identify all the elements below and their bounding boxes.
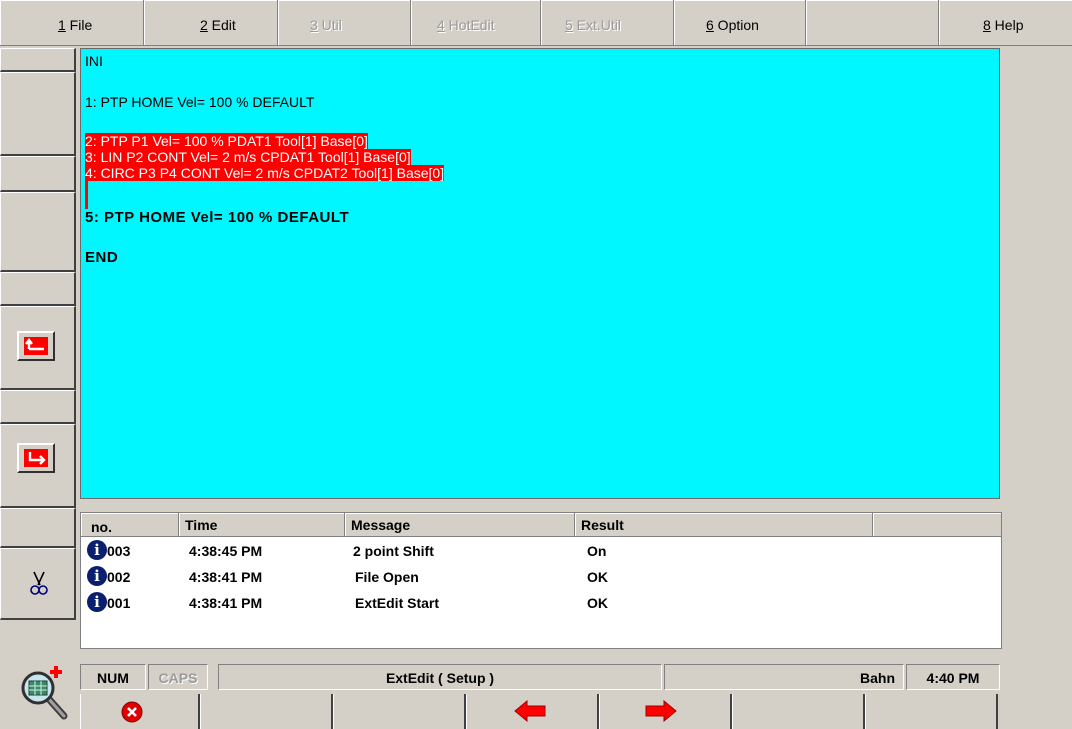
- info-icon: i: [87, 566, 107, 586]
- message-time: 4:38:41 PM: [189, 595, 263, 611]
- softkey-6[interactable]: [732, 694, 865, 729]
- col-no[interactable]: no.: [81, 513, 179, 536]
- col-message[interactable]: Message: [345, 513, 575, 536]
- softkey-back[interactable]: [466, 694, 599, 729]
- softkey-2[interactable]: [200, 694, 333, 729]
- message-time: 4:38:45 PM: [189, 543, 263, 559]
- message-row[interactable]: i 003 4:38:45 PM 2 point Shift On: [81, 539, 1001, 565]
- editor-line-2[interactable]: 2: PTP P1 Vel= 100 % PDAT1 Tool[1] Base[…: [85, 133, 368, 149]
- cut-icon: [30, 571, 48, 595]
- menu-help-label: Help: [990, 17, 1024, 33]
- line-up-button[interactable]: [17, 331, 55, 361]
- col-result[interactable]: Result: [575, 513, 873, 536]
- status-num: NUM: [80, 664, 146, 690]
- message-header: no. Time Message Result: [81, 513, 1001, 537]
- menu-hotedit[interactable]: 4 HotEdit: [411, 0, 541, 45]
- sidekey-4[interactable]: [0, 192, 76, 272]
- menu-help-key: 8: [983, 17, 991, 33]
- program-editor[interactable]: INI 1: PTP HOME Vel= 100 % DEFAULT 2: PT…: [80, 48, 1000, 499]
- sidekey-5[interactable]: [0, 272, 76, 306]
- menu-extutil[interactable]: 5 Ext.Util: [541, 0, 674, 45]
- message-text: ExtEdit Start: [355, 595, 440, 611]
- menu-hotedit-label: HotEdit: [444, 17, 495, 33]
- sidekey-9[interactable]: [0, 508, 76, 548]
- message-text: 2 point Shift: [353, 543, 434, 559]
- menu-extutil-key: 5: [565, 17, 573, 33]
- info-icon: i: [87, 540, 107, 560]
- sidekey-7[interactable]: [0, 390, 76, 424]
- text-cursor: [85, 181, 88, 209]
- softkey-forward[interactable]: [599, 694, 732, 729]
- menu-util-label: Util: [317, 17, 342, 33]
- sidekey-8[interactable]: [0, 424, 76, 508]
- menu-edit[interactable]: 2 Edit: [144, 0, 278, 45]
- menu-option-key: 6: [706, 17, 714, 33]
- status-bahn: Bahn: [664, 664, 904, 690]
- col-extra[interactable]: [873, 513, 1001, 536]
- editor-line-end[interactable]: END: [85, 250, 118, 266]
- editor-line-3[interactable]: 3: LIN P2 CONT Vel= 2 m/s CPDAT1 Tool[1]…: [85, 149, 411, 165]
- message-no: 003: [107, 543, 131, 559]
- status-mode: ExtEdit ( Setup ): [218, 664, 662, 690]
- message-window: no. Time Message Result i 003 4:38:45 PM…: [80, 512, 1002, 649]
- menu-util-key: 3: [310, 17, 318, 33]
- menu-extutil-label: Ext.Util: [572, 17, 622, 33]
- softkey-bar: [80, 694, 1002, 729]
- sidekey-3[interactable]: [0, 156, 76, 192]
- menu-edit-key: 2: [200, 17, 208, 33]
- message-row[interactable]: i 002 4:38:41 PM File Open OK: [81, 565, 1001, 591]
- status-bar: NUM CAPS ExtEdit ( Setup ) Bahn 4:40 PM: [80, 662, 1002, 692]
- col-time[interactable]: Time: [179, 513, 345, 536]
- menu-bar: 1 File 2 Edit 3 Util 4 HotEdit 5 Ext.Uti…: [0, 0, 1072, 46]
- arrow-left-icon: [514, 700, 546, 722]
- sidekey-1[interactable]: [0, 48, 76, 72]
- editor-line-ini[interactable]: INI: [85, 53, 103, 69]
- menu-util[interactable]: 3 Util: [278, 0, 411, 45]
- message-row[interactable]: i 001 4:38:41 PM ExtEdit Start OK: [81, 591, 1001, 617]
- menu-file-key: 1: [58, 17, 66, 33]
- info-icon: i: [87, 592, 107, 612]
- menu-file-label: File: [65, 17, 93, 33]
- message-no: 002: [107, 569, 131, 585]
- menu-empty[interactable]: [806, 0, 939, 45]
- message-result: On: [587, 543, 607, 559]
- menu-help[interactable]: 8 Help: [939, 0, 1072, 45]
- message-time: 4:38:41 PM: [189, 569, 263, 585]
- menu-option[interactable]: 6 Option: [674, 0, 806, 45]
- editor-line-1[interactable]: 1: PTP HOME Vel= 100 % DEFAULT: [85, 94, 314, 110]
- softkey-7[interactable]: [865, 694, 998, 729]
- softkey-cancel[interactable]: [80, 694, 200, 729]
- return-down-icon: [24, 449, 48, 467]
- message-result: OK: [587, 595, 608, 611]
- editor-line-4[interactable]: 4: CIRC P3 P4 CONT Vel= 2 m/s CPDAT2 Too…: [85, 165, 445, 181]
- status-clock: 4:40 PM: [906, 664, 1000, 690]
- message-result: OK: [587, 569, 608, 585]
- message-text: File Open: [355, 569, 419, 585]
- menu-file[interactable]: 1 File: [0, 0, 144, 45]
- menu-edit-label: Edit: [207, 17, 236, 33]
- sidekey-2[interactable]: [0, 72, 76, 156]
- sidekey-6[interactable]: [0, 306, 76, 390]
- line-down-button[interactable]: [17, 443, 55, 473]
- cut-button[interactable]: [0, 548, 76, 620]
- message-no: 001: [107, 595, 131, 611]
- cancel-icon: [121, 701, 143, 723]
- arrow-right-icon: [645, 700, 677, 722]
- status-caps: CAPS: [148, 664, 208, 690]
- menu-hotedit-key: 4: [437, 17, 445, 33]
- magnifier-icon[interactable]: [12, 664, 72, 720]
- menu-option-label: Option: [713, 17, 759, 33]
- softkey-3[interactable]: [333, 694, 466, 729]
- return-up-icon: [24, 337, 48, 355]
- editor-line-5[interactable]: 5: PTP HOME Vel= 100 % DEFAULT: [85, 210, 349, 226]
